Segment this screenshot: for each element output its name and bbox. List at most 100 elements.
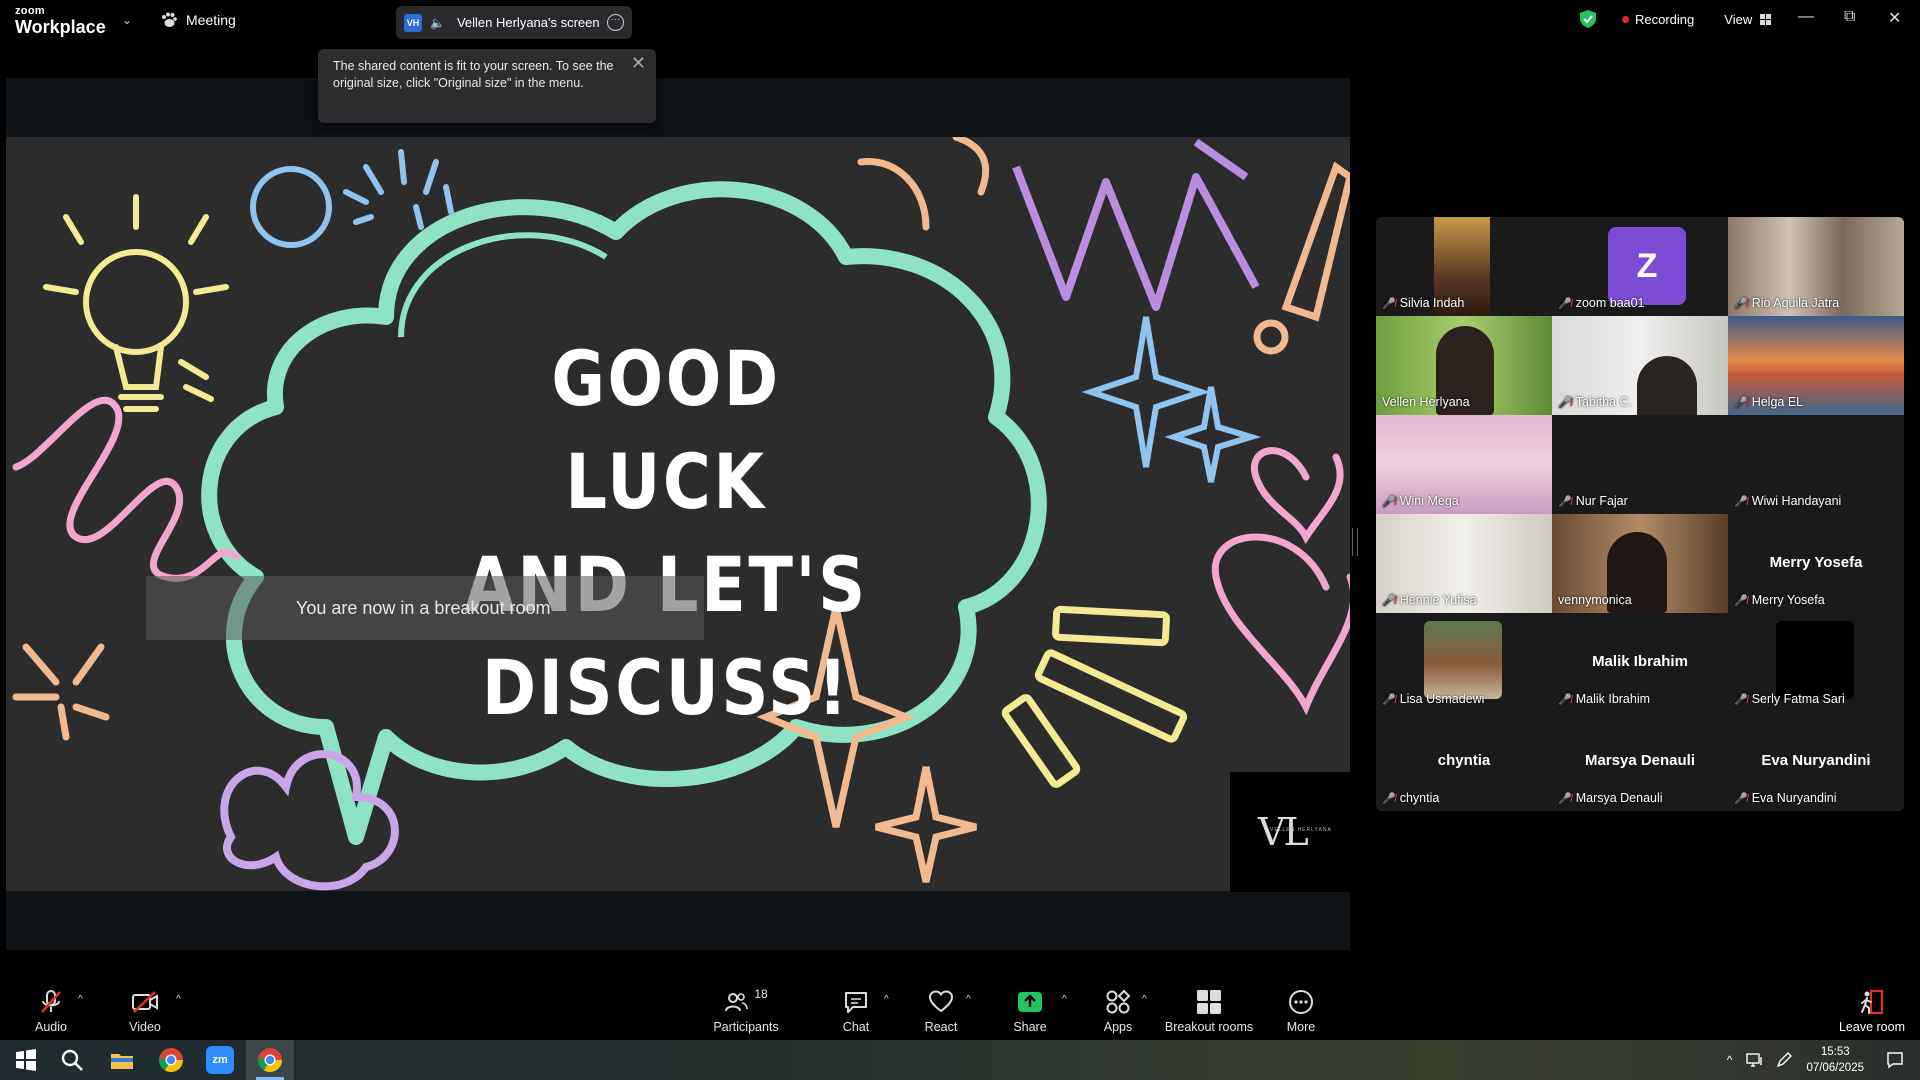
participant-label: 🎤̸ Tabitha C. <box>1558 395 1632 409</box>
network-icon[interactable] <box>1746 1053 1764 1067</box>
participant-tile[interactable]: chyntia 🎤̸ chyntia <box>1376 712 1552 811</box>
audio-options-caret-icon[interactable]: ^ <box>78 994 83 1005</box>
breakout-message: You are now in a breakout room <box>296 598 551 618</box>
mic-muted-icon: 🎤̸ <box>1734 594 1748 607</box>
apps-button[interactable]: Apps <box>1073 988 1163 1034</box>
chevron-down-icon[interactable]: ⌄ <box>122 13 132 27</box>
notifications-icon[interactable] <box>1886 1051 1904 1069</box>
participant-avatar <box>1776 621 1854 699</box>
participant-tile[interactable]: Marsya Denauli 🎤̸ Marsya Denauli <box>1552 712 1728 811</box>
tooltip-text: The shared content is fit to your screen… <box>333 59 614 90</box>
participant-center-name: Eva Nuryandini <box>1761 752 1871 769</box>
resize-handle[interactable] <box>1352 528 1358 556</box>
breakout-room-banner: You are now in a breakout room <box>146 576 704 640</box>
close-tooltip-icon[interactable]: ✕ <box>631 53 646 74</box>
participant-tile[interactable]: 🎤̸ Tabitha C. <box>1552 316 1728 415</box>
breakout-rooms-button[interactable]: Breakout rooms <box>1162 988 1256 1034</box>
participant-tile[interactable]: Eva Nuryandini 🎤̸ Eva Nuryandini <box>1728 712 1904 811</box>
participant-label: Vellen Herlyana <box>1382 395 1470 409</box>
zoom-app-icon[interactable]: zm <box>206 1046 234 1074</box>
windows-start-icon[interactable] <box>12 1046 40 1074</box>
participant-tile[interactable]: 🎤̸ Silvia Indah <box>1376 217 1552 316</box>
participant-label: 🎤̸ Serly Fatma Sari <box>1734 692 1845 706</box>
presenter-avatar: VH <box>404 13 422 32</box>
mic-muted-icon: 🎤̸ <box>1734 693 1748 706</box>
participant-gallery: 🎤̸ Silvia Indah Z 🎤̸ zoom baa01 🎤̸ Rio A… <box>1376 217 1904 811</box>
recording-dot-icon <box>1622 15 1629 23</box>
participants-button[interactable]: 18 Participants <box>701 987 791 1034</box>
participant-tile[interactable]: 🎤̸ Wiwi Handayani <box>1728 415 1904 514</box>
mic-muted-icon: 🎤̸ <box>1734 792 1748 805</box>
clock[interactable]: 15:53 07/06/2025 <box>1806 1044 1864 1076</box>
mic-muted-icon: 🎤̸ <box>1558 693 1572 706</box>
participant-name: Nur Fajar <box>1575 494 1628 508</box>
chrome-icon[interactable] <box>157 1046 185 1074</box>
participant-center-name: Malik Ibrahim <box>1592 653 1688 670</box>
leave-room-label: Leave room <box>1838 1020 1905 1034</box>
show-hidden-icons-icon[interactable]: ^ <box>1727 1053 1733 1067</box>
title-bar: zoom Workplace ⌄ Meeting VH 🔈 Vellen Her… <box>0 0 1920 44</box>
chrome-active-icon[interactable] <box>256 1046 284 1074</box>
slide-line-3: DISCUSS! <box>481 643 851 732</box>
search-icon[interactable] <box>58 1046 86 1074</box>
file-explorer-icon[interactable] <box>108 1046 136 1074</box>
participant-tile[interactable]: 🎤̸ Rio Aquila Jatra <box>1728 217 1904 316</box>
participant-label: 🎤̸ zoom baa01 <box>1558 296 1645 310</box>
meeting-button[interactable]: Meeting <box>160 12 236 28</box>
shield-check-icon[interactable] <box>1580 10 1596 28</box>
chat-icon <box>845 992 867 1013</box>
video-options-caret-icon[interactable]: ^ <box>176 994 181 1005</box>
participant-center-name: chyntia <box>1437 752 1491 769</box>
participant-name: Helga EL <box>1751 395 1804 409</box>
more-button[interactable]: More <box>1256 988 1346 1034</box>
apps-options-caret-icon[interactable]: ^ <box>1142 994 1147 1005</box>
participant-tile[interactable]: Z 🎤̸ zoom baa01 <box>1552 217 1728 316</box>
video-label: Video <box>129 1020 161 1034</box>
participant-tile[interactable]: 🎤̸ Wini Mega <box>1376 415 1552 514</box>
screen-share-indicator[interactable]: VH 🔈 Vellen Herlyana's screen ··· <box>396 6 632 39</box>
clock-time: 15:53 <box>1820 1046 1850 1058</box>
close-window-icon[interactable]: ✕ <box>1888 8 1901 28</box>
participant-tile[interactable]: vennymonica <box>1552 514 1728 613</box>
participant-tile[interactable]: Merry Yosefa 🎤̸ Merry Yosefa <box>1728 514 1904 613</box>
minimize-icon[interactable]: — <box>1798 8 1814 26</box>
participant-tile[interactable]: Malik Ibrahim 🎤̸ Malik Ibrahim <box>1552 613 1728 712</box>
more-label: More <box>1286 1020 1316 1034</box>
restore-icon[interactable]: ⧉ <box>1844 8 1855 26</box>
participant-tile[interactable]: 🎤̸ Lisa Usmadewi <box>1376 613 1552 712</box>
participant-tile[interactable]: 🎤̸ Helga EL <box>1728 316 1904 415</box>
participant-label: 🎤̸ Hennie Yufisa <box>1382 593 1477 607</box>
share-options-caret-icon[interactable]: ^ <box>1062 994 1067 1005</box>
react-label: React <box>924 1020 958 1034</box>
react-button[interactable]: React <box>896 988 986 1034</box>
more-options-icon[interactable]: ··· <box>607 14 624 31</box>
leave-room-button[interactable]: Leave room <box>1832 988 1912 1034</box>
participant-name: Lisa Usmadewi <box>1399 692 1485 706</box>
speaker-icon: 🔈 <box>430 15 445 30</box>
pen-icon[interactable] <box>1776 1052 1793 1068</box>
participant-name: Tabitha C. <box>1575 395 1632 409</box>
apps-label: Apps <box>1103 1020 1133 1034</box>
chat-options-caret-icon[interactable]: ^ <box>884 994 889 1005</box>
participant-tile[interactable]: 🎤̸ Serly Fatma Sari <box>1728 613 1904 712</box>
slide-line-1: GOOD LUCK <box>551 334 781 526</box>
participant-center-name: Merry Yosefa <box>1769 554 1863 571</box>
participant-name: Serly Fatma Sari <box>1751 692 1845 706</box>
participant-name: Merry Yosefa <box>1751 593 1825 607</box>
breakout-rooms-icon <box>1197 990 1221 1014</box>
more-icon <box>1289 990 1313 1014</box>
react-options-caret-icon[interactable]: ^ <box>966 994 971 1005</box>
mic-muted-icon <box>41 990 61 1013</box>
zoom-workplace-logo[interactable]: zoom Workplace <box>15 6 106 37</box>
mic-muted-icon: 🎤̸ <box>1382 297 1396 310</box>
clock-date: 07/06/2025 <box>1806 1062 1864 1074</box>
participant-name: Marsya Denauli <box>1575 791 1663 805</box>
recording-label[interactable]: Recording <box>1635 12 1694 27</box>
participant-tile[interactable]: 🎤̸ Nur Fajar <box>1552 415 1728 514</box>
grid-view-icon <box>1760 13 1772 25</box>
participant-tile-active-speaker[interactable]: Vellen Herlyana <box>1376 316 1552 415</box>
participant-avatar: Z <box>1608 227 1686 305</box>
view-button[interactable]: View <box>1724 12 1772 27</box>
participant-tile[interactable]: 🎤̸ Hennie Yufisa <box>1376 514 1552 613</box>
shared-slide: GOOD LUCK AND LET'S DISCUSS! <box>6 137 1350 891</box>
